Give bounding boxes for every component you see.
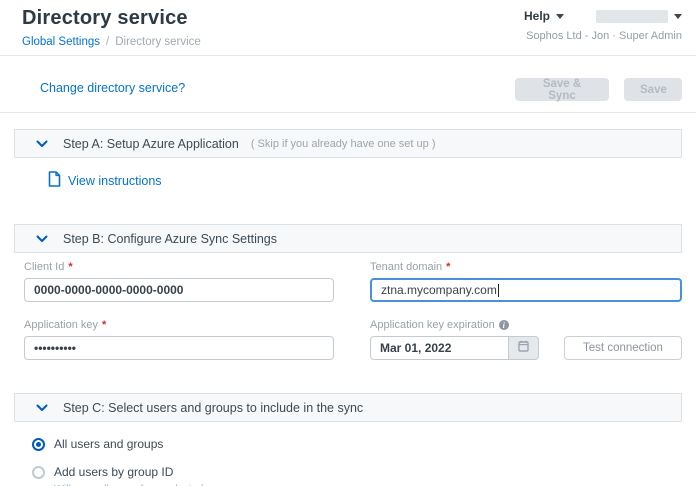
info-icon: i xyxy=(499,320,509,330)
step-c-title: Step C: Select users and groups to inclu… xyxy=(63,401,363,415)
tenant-domain-field-group: Tenant domain* ztna.mycompany.com xyxy=(370,261,682,302)
radio-option-all-users[interactable]: All users and groups xyxy=(32,437,682,451)
chevron-down-icon[interactable] xyxy=(36,140,48,148)
client-id-label: Client Id* xyxy=(24,261,334,273)
header-right: Help Sophos Ltd - Jon · Super Admin xyxy=(524,8,682,42)
help-caret-down-icon[interactable] xyxy=(556,14,564,19)
save-and-sync-button[interactable]: Save & Sync xyxy=(515,78,609,101)
calendar-icon xyxy=(518,339,529,357)
text-cursor xyxy=(498,284,499,297)
application-key-label: Application key* xyxy=(24,319,334,331)
breadcrumb-current: Directory service xyxy=(115,36,201,48)
view-instructions-link[interactable]: View instructions xyxy=(48,171,162,190)
tenant-domain-input[interactable]: ztna.mycompany.com xyxy=(370,278,682,302)
radio-option-add-by-group[interactable]: Add users by group ID Will sync all user… xyxy=(32,465,682,486)
chevron-down-icon[interactable] xyxy=(36,235,48,243)
expiration-field-group: Application key expiration i Mar 01, 202… xyxy=(370,319,682,360)
client-id-field-group: Client Id* 0000-0000-0000-0000-0000 xyxy=(24,261,334,302)
page-title: Directory service xyxy=(22,7,188,30)
required-asterisk: * xyxy=(446,261,450,273)
chevron-down-icon[interactable] xyxy=(36,404,48,412)
tenant-domain-label: Tenant domain* xyxy=(370,261,682,273)
required-asterisk: * xyxy=(68,261,72,273)
expiration-date-input[interactable]: Mar 01, 2022 xyxy=(370,336,509,360)
breadcrumb: Global Settings / Directory service xyxy=(22,36,201,48)
toolbar: Change directory service? Save & Sync Sa… xyxy=(0,56,696,113)
step-a-header[interactable]: Step A: Setup Azure Application ( Skip i… xyxy=(14,129,682,158)
document-icon xyxy=(48,171,61,190)
radio-option-label: All users and groups xyxy=(54,437,163,451)
account-info: Sophos Ltd - Jon · Super Admin xyxy=(524,30,682,42)
client-id-input[interactable]: 0000-0000-0000-0000-0000 xyxy=(24,278,334,302)
sync-scope-radio-group: All users and groups Add users by group … xyxy=(32,437,682,486)
test-connection-button[interactable]: Test connection xyxy=(564,336,682,360)
calendar-button[interactable] xyxy=(509,336,539,360)
step-b-header[interactable]: Step B: Configure Azure Sync Settings xyxy=(14,224,682,253)
breadcrumb-separator: / xyxy=(106,36,109,48)
view-instructions-label: View instructions xyxy=(68,174,162,188)
application-key-field-group: Application key* •••••••••• xyxy=(24,319,334,360)
help-menu[interactable]: Help xyxy=(524,9,550,23)
user-caret-down-icon[interactable] xyxy=(674,14,682,19)
step-a-note: ( Skip if you already have one set up ) xyxy=(251,138,436,150)
required-asterisk: * xyxy=(102,319,106,331)
save-button[interactable]: Save xyxy=(624,78,682,101)
page-header: Directory service Global Settings / Direct… xyxy=(0,0,696,56)
step-b-title: Step B: Configure Azure Sync Settings xyxy=(63,232,277,246)
expiration-label: Application key expiration i xyxy=(370,319,682,331)
change-directory-service-link[interactable]: Change directory service? xyxy=(40,81,185,95)
step-c-header[interactable]: Step C: Select users and groups to inclu… xyxy=(14,393,682,422)
step-a-title: Step A: Setup Azure Application xyxy=(63,137,239,151)
breadcrumb-global-settings[interactable]: Global Settings xyxy=(22,36,100,48)
radio-option-label: Add users by group ID xyxy=(54,465,238,479)
user-menu[interactable] xyxy=(596,10,668,23)
radio-selected-icon[interactable] xyxy=(32,438,45,451)
radio-unselected-icon[interactable] xyxy=(32,466,45,479)
application-key-input[interactable]: •••••••••• xyxy=(24,336,334,360)
